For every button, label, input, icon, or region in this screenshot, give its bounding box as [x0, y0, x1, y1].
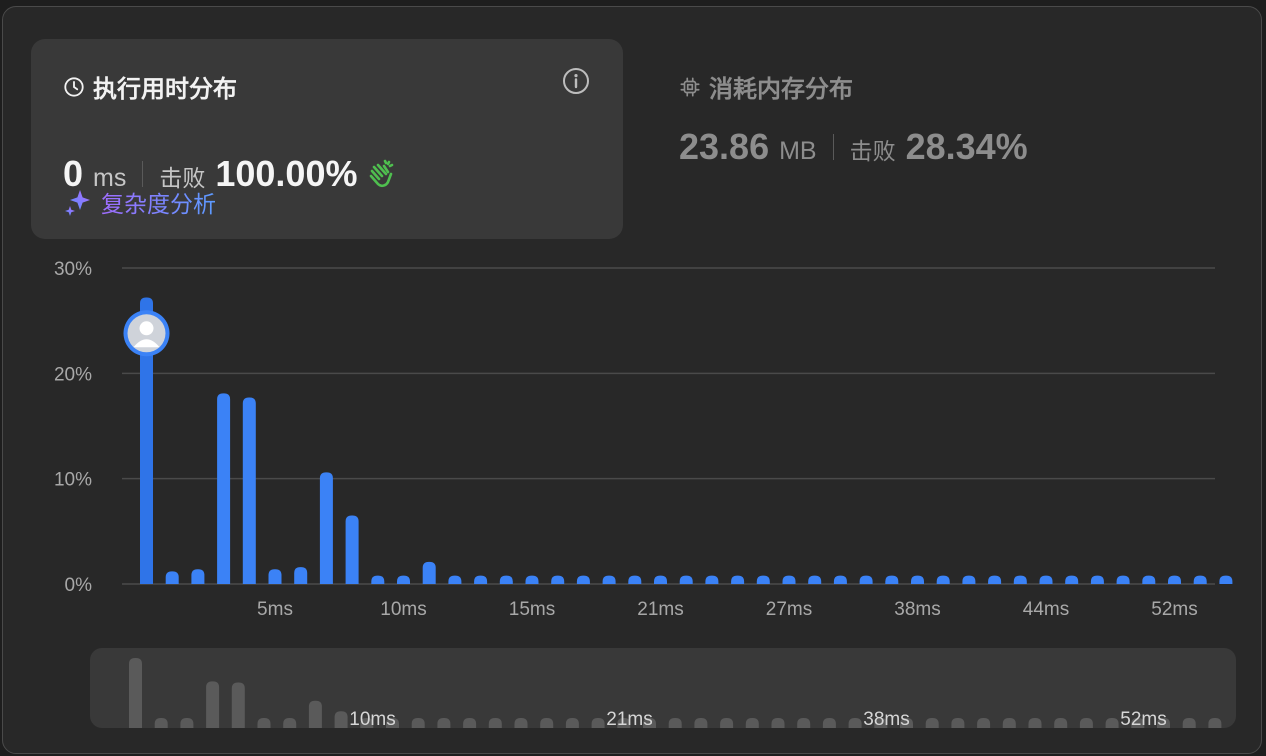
- x-tick-label: 5ms: [257, 599, 293, 620]
- overview-bar: [411, 718, 425, 728]
- distribution-bar[interactable]: [833, 575, 847, 584]
- user-avatar-marker[interactable]: [123, 310, 170, 357]
- distribution-bar[interactable]: [525, 575, 539, 584]
- distribution-bar[interactable]: [911, 575, 924, 584]
- overview-bar: [822, 718, 836, 728]
- distribution-bar[interactable]: [808, 575, 822, 584]
- overview-bar: [1105, 718, 1119, 728]
- distribution-bar[interactable]: [422, 561, 436, 584]
- distribution-bar[interactable]: [1039, 575, 1053, 584]
- distribution-bar[interactable]: [628, 575, 642, 584]
- distribution-bar[interactable]: [705, 575, 719, 584]
- distribution-bar[interactable]: [576, 575, 590, 584]
- distribution-bar[interactable]: [1142, 575, 1156, 584]
- distribution-bar[interactable]: [242, 397, 256, 584]
- distribution-bar[interactable]: [1193, 575, 1207, 584]
- overview-bar: [1079, 718, 1093, 728]
- distribution-bar[interactable]: [191, 569, 205, 584]
- overview-bar: [591, 718, 605, 728]
- distribution-bar[interactable]: [1116, 575, 1130, 584]
- x-tick-label: 15ms: [509, 599, 555, 620]
- overview-bar: [1028, 718, 1042, 728]
- overview-bar: [720, 718, 734, 728]
- overview-tick-label: 10ms: [349, 709, 395, 728]
- overview-tick-label: 52ms: [1120, 709, 1166, 728]
- overview-bar: [308, 700, 322, 728]
- y-tick-label: 10%: [54, 470, 92, 491]
- distribution-bar[interactable]: [1219, 575, 1233, 584]
- overview-bar: [180, 718, 194, 728]
- overview-bar: [565, 718, 579, 728]
- overview-bar: [668, 718, 682, 728]
- distribution-bar[interactable]: [474, 575, 488, 584]
- distribution-bar[interactable]: [217, 393, 231, 584]
- overview-bar: [745, 718, 759, 728]
- overview-bar: [1182, 718, 1196, 728]
- runtime-distribution-chart[interactable]: 0% 10% 20% 30% 5ms 10ms 15ms 21ms 27ms 38ms 44ms 52…: [0, 0, 1266, 640]
- x-tick-label: 27ms: [766, 599, 812, 620]
- chart-overview-scrollbar[interactable]: 10ms 21ms 38ms 52ms: [90, 648, 1236, 730]
- overview-bar: [771, 718, 785, 728]
- overview-bar: [977, 718, 991, 728]
- distribution-bar[interactable]: [1168, 575, 1181, 584]
- y-tick-label: 0%: [65, 575, 93, 596]
- overview-bar: [797, 718, 811, 728]
- overview-bar: [231, 682, 245, 728]
- distribution-bar[interactable]: [448, 575, 462, 584]
- distribution-bar[interactable]: [731, 575, 745, 584]
- overview-bar: [154, 718, 168, 728]
- overview-bar: [257, 718, 271, 728]
- distribution-bar[interactable]: [371, 575, 385, 584]
- distribution-bar[interactable]: [936, 575, 950, 584]
- overview-bar: [206, 681, 220, 728]
- x-tick-label: 10ms: [380, 599, 426, 620]
- overview-bar: [951, 718, 965, 728]
- overview-bar: [694, 718, 708, 728]
- distribution-bar[interactable]: [602, 575, 616, 584]
- distribution-bar[interactable]: [962, 575, 976, 584]
- overview-bar: [540, 718, 554, 728]
- overview-bar: [925, 718, 939, 728]
- overview-bar: [1002, 718, 1016, 728]
- y-tick-label: 20%: [54, 364, 92, 385]
- overview-tick-label: 21ms: [606, 709, 652, 728]
- distribution-bar[interactable]: [551, 575, 565, 584]
- user-icon: [139, 321, 154, 336]
- overview-bar: [437, 718, 451, 728]
- distribution-bar[interactable]: [499, 575, 513, 584]
- overview-bar: [488, 718, 502, 728]
- overview-bar: [283, 718, 297, 728]
- overview-tick-label: 38ms: [863, 709, 909, 728]
- distribution-bar[interactable]: [782, 575, 796, 584]
- overview-bar: [334, 711, 348, 728]
- distribution-bar[interactable]: [268, 569, 282, 584]
- distribution-bar[interactable]: [397, 575, 410, 584]
- x-tick-label: 44ms: [1023, 599, 1069, 620]
- overview-bar: [129, 658, 142, 728]
- overview-chart[interactable]: 10ms 21ms 38ms 52ms: [90, 648, 1236, 730]
- x-tick-label: 38ms: [894, 599, 940, 620]
- overview-bar: [514, 718, 528, 728]
- distribution-bar[interactable]: [1090, 575, 1104, 584]
- distribution-bar[interactable]: [165, 571, 179, 584]
- distribution-bar[interactable]: [294, 567, 308, 584]
- distribution-bar[interactable]: [756, 575, 770, 584]
- x-tick-label: 21ms: [637, 599, 683, 620]
- y-tick-label: 30%: [54, 259, 92, 280]
- distribution-bar[interactable]: [679, 575, 693, 584]
- distribution-bar[interactable]: [654, 575, 667, 584]
- overview-bar: [463, 718, 477, 728]
- distribution-bar[interactable]: [1013, 575, 1027, 584]
- distribution-bar[interactable]: [319, 472, 333, 584]
- distribution-bar[interactable]: [345, 515, 359, 584]
- distribution-bar[interactable]: [859, 575, 873, 584]
- distribution-bar[interactable]: [1065, 575, 1079, 584]
- overview-bar: [1054, 718, 1068, 728]
- distribution-bar[interactable]: [988, 575, 1002, 584]
- x-tick-label: 52ms: [1151, 599, 1197, 620]
- distribution-bar[interactable]: [885, 575, 899, 584]
- overview-bar: [1208, 718, 1222, 728]
- overview-bar: [848, 718, 862, 728]
